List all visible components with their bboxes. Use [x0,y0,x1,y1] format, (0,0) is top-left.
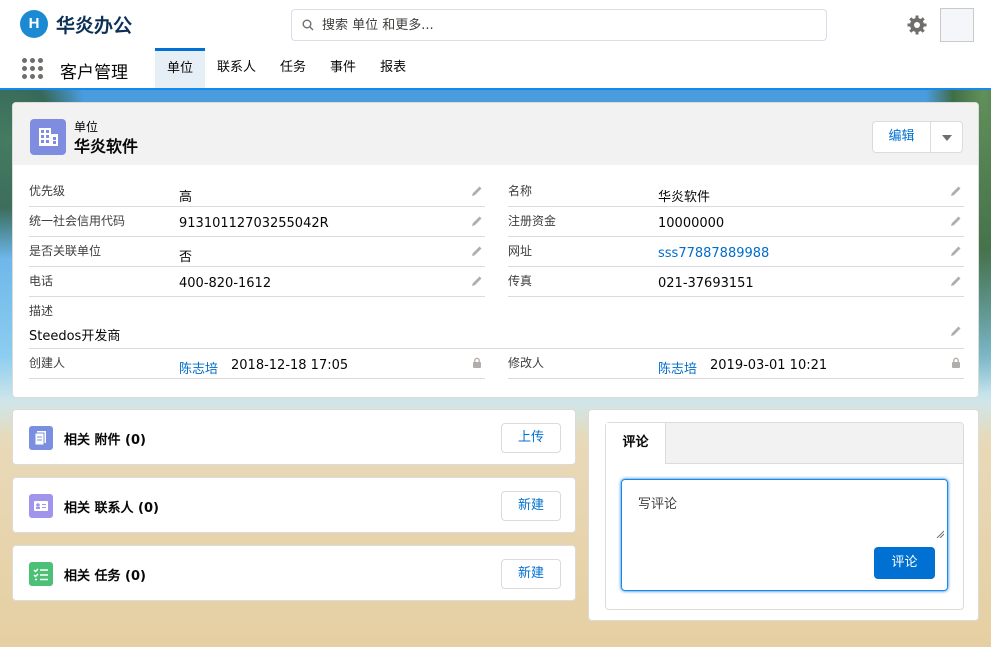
field-label: 传真 [508,274,533,288]
global-header: 华炎办公 [0,0,991,88]
field-website: 网址 sss77887889988 [508,237,964,267]
field-label: 创建人 [29,356,66,370]
related-tasks: 相关 任务 (0) 新建 [12,545,576,601]
related-attachments: 相关 附件 (0) 上传 [12,409,576,465]
header-top-bar: 华炎办公 [0,0,991,48]
new-task-button[interactable]: 新建 [501,559,561,589]
header-divider [0,88,991,90]
field-label: 优先级 [29,184,66,198]
field-value: 91310112703255042R [179,216,329,231]
field-phone: 电话 400-820-1612 [29,267,485,297]
more-actions-button[interactable] [931,121,963,153]
related-title[interactable]: 相关 联系人 (0) [64,497,159,516]
resize-handle-icon[interactable] [936,530,944,538]
field-description: 描述 Steedos开发商 [29,297,964,349]
field-label: 名称 [508,184,533,198]
comments-tabbar: 评论 [606,423,963,464]
modifier-link[interactable]: 陈志培 [658,358,697,377]
record-title: 华炎软件 [74,137,139,156]
pencil-icon[interactable] [950,185,962,197]
field-value: 10000000 [658,216,725,231]
website-link[interactable]: sss77887889988 [658,246,769,261]
comment-placeholder: 写评论 [638,497,678,512]
field-name: 名称 华炎软件 [508,177,964,207]
field-credit-code: 统一社会信用代码 91310112703255042R [29,207,485,237]
related-title[interactable]: 相关 任务 (0) [64,565,146,584]
field-label: 是否关联单位 [29,244,102,258]
field-value: 否 [179,250,193,265]
chevron-down-icon [941,135,952,141]
nav-tabs: 单位 联系人 任务 事件 报表 [155,48,418,88]
tab-comments[interactable]: 评论 [606,423,666,464]
field-label: 描述 [29,304,54,318]
contact-card-icon [29,494,53,518]
pencil-icon[interactable] [471,275,483,287]
field-label: 统一社会信用代码 [29,214,126,228]
tab-reports[interactable]: 报表 [368,48,418,88]
creator-link[interactable]: 陈志培 [179,358,218,377]
app-launcher-icon[interactable] [22,58,44,80]
upload-button[interactable]: 上传 [501,423,561,453]
comment-textarea[interactable]: 写评论 评论 [621,479,948,591]
edit-button[interactable]: 编辑 [872,121,931,153]
tab-contacts[interactable]: 联系人 [205,48,268,88]
comments-tabset: 评论 写评论 评论 [605,422,964,610]
field-modified-by: 修改人 陈志培 2019-03-01 10:21 [508,349,964,379]
search-input[interactable] [322,17,802,33]
new-contact-button[interactable]: 新建 [501,491,561,521]
pencil-icon[interactable] [950,215,962,227]
task-list-icon [29,562,53,586]
pencil-icon[interactable] [950,245,962,257]
tab-units[interactable]: 单位 [155,48,206,88]
record-fields: 优先级 高 名称 华炎软件 统一社会信用代码 91310112703255042… [29,177,964,379]
search-icon [302,19,314,31]
pencil-icon[interactable] [471,185,483,197]
field-value: 高 [179,190,193,205]
pencil-icon[interactable] [950,325,962,337]
field-value: 华炎软件 [658,190,711,205]
field-label: 网址 [508,244,533,258]
comments-panel: 评论 写评论 评论 [588,409,979,621]
brand-logo[interactable]: 华炎办公 [20,10,132,38]
field-capital: 注册资金 10000000 [508,207,964,237]
field-label: 电话 [29,274,54,288]
created-date: 2018-12-18 17:05 [231,358,349,373]
field-value: Steedos开发商 [29,329,121,344]
pencil-icon[interactable] [471,245,483,257]
record-detail-card: 单位 华炎软件 编辑 优先级 高 名称 华炎软件 统一社会信用代码 913101… [12,102,979,398]
brand-name: 华炎办公 [56,14,133,37]
global-search[interactable] [291,9,827,41]
logo-icon [20,10,48,38]
app-name: 客户管理 [60,63,128,83]
field-label: 注册资金 [508,214,557,228]
record-header: 单位 华炎软件 编辑 [13,103,978,165]
field-created-by: 创建人 陈志培 2018-12-18 17:05 [29,349,485,379]
field-value: 400-820-1612 [179,276,272,291]
modified-date: 2019-03-01 10:21 [710,358,828,373]
pencil-icon[interactable] [471,215,483,227]
gear-icon[interactable] [906,14,928,36]
field-label: 修改人 [508,356,545,370]
record-actions: 编辑 [872,121,963,153]
submit-comment-button[interactable]: 评论 [874,547,935,579]
file-icon [29,426,53,450]
field-priority: 优先级 高 [29,177,485,207]
lock-icon [473,357,481,368]
related-title[interactable]: 相关 附件 (0) [64,429,146,448]
avatar[interactable] [940,8,974,42]
tab-events[interactable]: 事件 [318,48,368,88]
lock-icon [952,357,960,368]
app-nav-bar: 客户管理 单位 联系人 任务 事件 报表 [0,48,991,88]
building-icon [30,119,66,155]
field-fax: 传真 021-37693151 [508,267,964,297]
pencil-icon[interactable] [950,275,962,287]
field-related-unit: 是否关联单位 否 [29,237,485,267]
tab-tasks[interactable]: 任务 [268,48,318,88]
field-value: 021-37693151 [658,276,754,291]
related-contacts: 相关 联系人 (0) 新建 [12,477,576,533]
